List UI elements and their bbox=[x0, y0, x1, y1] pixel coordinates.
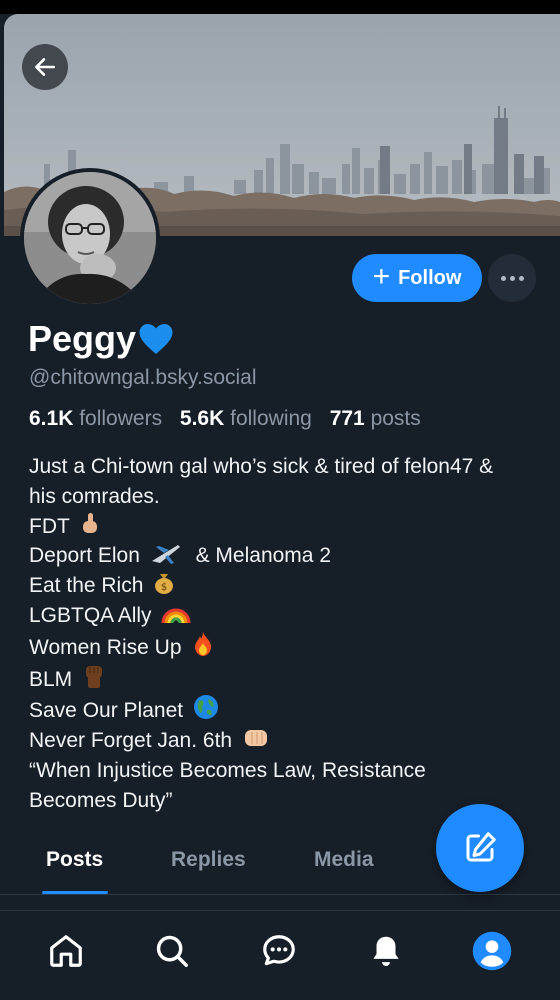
search-icon bbox=[156, 935, 188, 967]
profile-icon bbox=[472, 931, 512, 971]
bio-line: Deport Elon & Melanoma 2 bbox=[29, 541, 499, 571]
avatar[interactable] bbox=[20, 168, 160, 308]
nav-chat[interactable] bbox=[257, 929, 301, 973]
home-icon bbox=[50, 935, 82, 967]
display-name: Peggy bbox=[28, 318, 174, 360]
blue-heart-icon bbox=[139, 324, 173, 354]
bio-line: LGBTQA Ally bbox=[29, 601, 499, 631]
followers-link[interactable]: 6.1K followers bbox=[29, 407, 174, 430]
nav-profile[interactable] bbox=[470, 929, 514, 973]
bio-line: BLM bbox=[29, 663, 499, 695]
arrow-left-icon bbox=[35, 58, 55, 76]
tab-media[interactable]: Media bbox=[314, 848, 374, 872]
globe-icon bbox=[193, 695, 218, 720]
fist-bump-icon bbox=[244, 730, 267, 747]
profile-handle[interactable]: @chitowngal.bsky.social bbox=[29, 366, 257, 390]
avatar-photo bbox=[24, 172, 156, 304]
profile-stats: 6.1K followers 5.6K following 771 posts bbox=[29, 407, 433, 431]
chat-icon bbox=[263, 935, 295, 966]
back-button[interactable] bbox=[22, 44, 68, 90]
nav-home[interactable] bbox=[44, 929, 88, 973]
bio-line: Just a Chi-town gal who’s sick & tired o… bbox=[29, 455, 494, 508]
nav-search[interactable] bbox=[150, 929, 194, 973]
plus-icon: + bbox=[372, 259, 391, 293]
compose-icon bbox=[466, 832, 496, 862]
middle-finger-icon bbox=[83, 512, 98, 533]
money-bag-icon: $ bbox=[155, 574, 174, 595]
svg-text:$: $ bbox=[161, 582, 167, 593]
bio-line: Eat the Rich $ bbox=[29, 571, 499, 601]
bio-line: FDT bbox=[29, 512, 499, 542]
ellipsis-icon bbox=[500, 275, 506, 281]
tabs-divider bbox=[0, 894, 560, 895]
compose-button[interactable] bbox=[436, 804, 524, 892]
nav-notifications[interactable] bbox=[364, 929, 408, 973]
bell-icon bbox=[373, 936, 399, 967]
tab-replies[interactable]: Replies bbox=[171, 848, 246, 872]
bio-line: Women Rise Up bbox=[29, 631, 499, 663]
profile-screen: + Follow Peggy @chitowngal.bsky.social 6… bbox=[0, 0, 560, 1000]
bottom-nav bbox=[0, 910, 560, 1000]
follow-label: Follow bbox=[398, 266, 462, 289]
follow-button[interactable]: + Follow bbox=[352, 254, 482, 302]
tab-posts[interactable]: Posts bbox=[46, 848, 103, 872]
more-options-button[interactable] bbox=[488, 254, 536, 302]
fire-icon bbox=[195, 631, 212, 656]
airplane-icon bbox=[151, 545, 180, 565]
profile-bio: Just a Chi-town gal who’s sick & tired o… bbox=[29, 452, 499, 816]
raised-fist-icon bbox=[86, 665, 103, 688]
bio-line: Never Forget Jan. 6th bbox=[29, 726, 499, 756]
bio-line: “When Injustice Becomes Law, Resistance … bbox=[29, 758, 426, 812]
bio-line: Save Our Planet bbox=[29, 694, 499, 726]
following-link[interactable]: 5.6K following bbox=[180, 407, 324, 430]
status-bar bbox=[0, 0, 560, 14]
rainbow-icon bbox=[161, 608, 191, 624]
posts-count: 771 posts bbox=[329, 407, 421, 430]
